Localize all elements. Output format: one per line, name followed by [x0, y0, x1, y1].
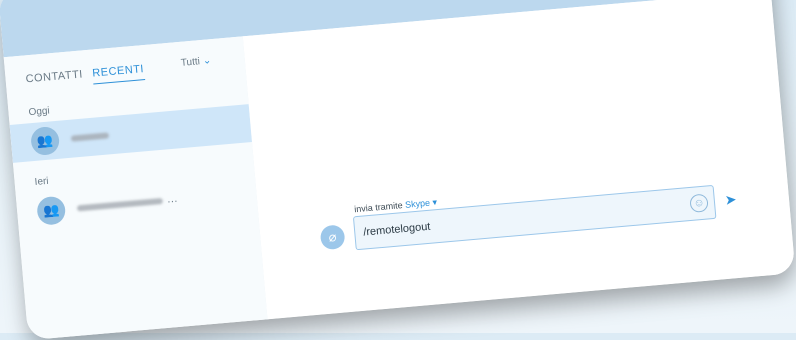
conversation-item[interactable]: 👥 …: [16, 174, 258, 233]
group-icon: 👥: [36, 195, 67, 226]
filter-label: Tutti: [180, 56, 201, 69]
sidebar: CONTATTI RECENTI Tutti ⌄ Oggi 👥 Ieri 👥 …: [3, 36, 270, 340]
app-window: CONTATTI RECENTI Tutti ⌄ Oggi 👥 Ieri 👥 … …: [0, 0, 796, 340]
chevron-down-icon: ⌄: [202, 55, 212, 67]
conversation-name-redacted: [70, 132, 110, 142]
chevron-down-icon[interactable]: ▾: [432, 197, 437, 207]
conversation-pane: ⌀ invia tramite Skype ▾ ☺ ➤: [242, 0, 796, 320]
group-label-yesterday: Ieri: [34, 175, 50, 189]
send-via-service[interactable]: Skype: [405, 198, 431, 210]
tab-contacts[interactable]: CONTATTI: [25, 68, 84, 89]
paperclip-icon[interactable]: ⌀: [319, 224, 346, 251]
conversation-name-redacted: [76, 197, 164, 212]
filter-dropdown[interactable]: Tutti ⌄: [180, 55, 211, 69]
group-icon: 👥: [29, 125, 61, 157]
ellipsis-indicator: …: [166, 192, 179, 206]
message-input[interactable]: [353, 188, 686, 250]
emoji-icon[interactable]: ☺: [689, 193, 709, 213]
sidebar-tabs: CONTATTI RECENTI: [25, 63, 151, 91]
tab-recents[interactable]: RECENTI: [91, 63, 145, 85]
group-label-today: Oggi: [28, 105, 51, 119]
send-icon[interactable]: ➤: [724, 191, 737, 209]
message-input-box[interactable]: ☺: [352, 184, 717, 251]
